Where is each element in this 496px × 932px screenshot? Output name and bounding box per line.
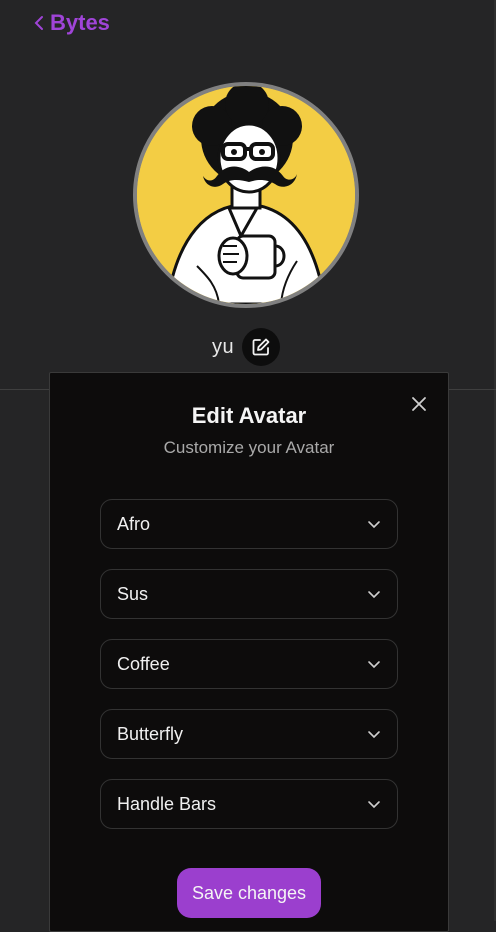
select-value: Coffee: [117, 653, 170, 674]
edit-avatar-button[interactable]: [242, 328, 281, 366]
accessory-select[interactable]: Coffee: [100, 639, 398, 689]
chevron-down-icon: [368, 801, 380, 809]
dialog-subtitle: Customize your Avatar: [163, 438, 335, 457]
username-row: yu: [212, 328, 281, 366]
chevron-down-icon: [368, 521, 380, 529]
pencil-square-icon: [252, 338, 270, 356]
chevron-down-icon: [368, 661, 380, 669]
save-changes-button[interactable]: Save changes: [177, 868, 321, 918]
username: yu: [212, 335, 235, 358]
chevron-left-icon: [34, 16, 43, 30]
avatar: [133, 82, 359, 308]
edit-avatar-dialog: Edit Avatar Customize your Avatar Afro S…: [49, 372, 449, 932]
eyes-select[interactable]: Sus: [100, 569, 398, 619]
dialog-title: Edit Avatar: [191, 403, 307, 428]
select-value: Butterfly: [117, 723, 184, 744]
chevron-down-icon: [368, 731, 380, 739]
back-label: Bytes: [50, 10, 110, 35]
select-value: Sus: [117, 583, 149, 604]
avatar-illustration: [137, 86, 355, 304]
hair-select[interactable]: Afro: [100, 499, 398, 549]
select-value: Afro: [117, 513, 151, 534]
mustache-select[interactable]: Handle Bars: [100, 779, 398, 829]
select-value: Handle Bars: [117, 793, 217, 814]
back-link[interactable]: Bytes: [34, 10, 110, 36]
collar-select[interactable]: Butterfly: [100, 709, 398, 759]
chevron-down-icon: [368, 591, 380, 599]
